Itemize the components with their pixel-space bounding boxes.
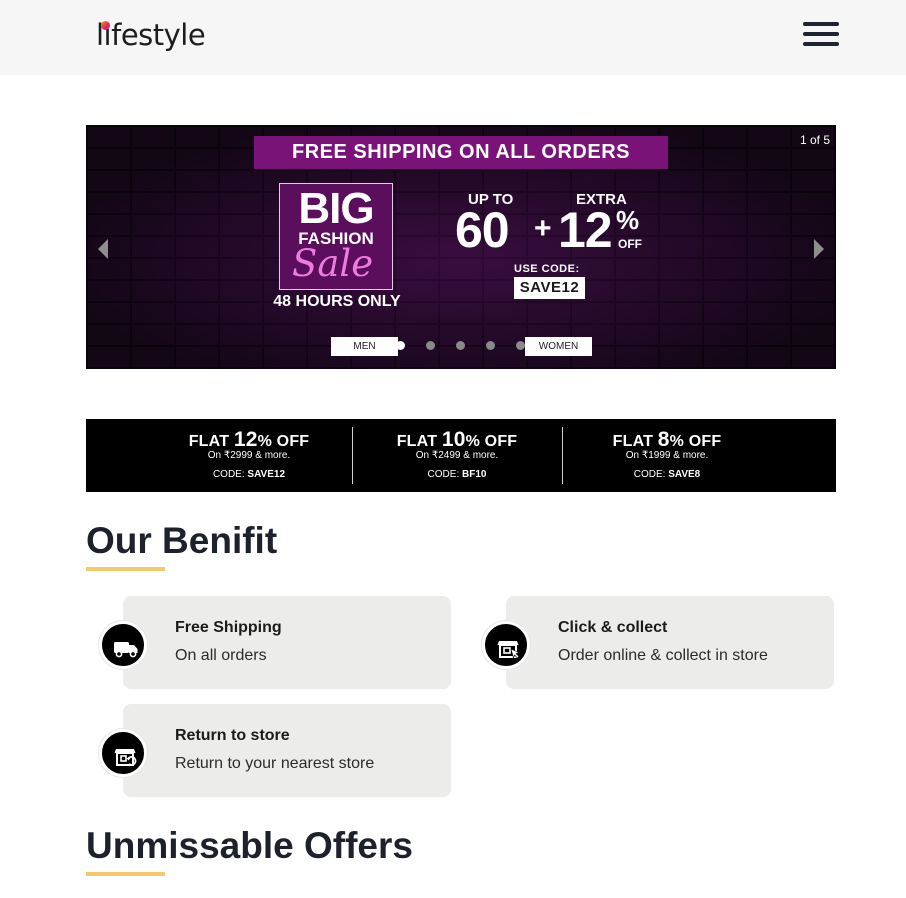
discount-twelve: 12 [558,202,613,258]
flat-offer-code: CODE: SAVE12 [212,469,286,480]
flat-offers-strip[interactable]: FLAT 12% OFF On ₹2999 & more. CODE: SAVE… [86,419,836,492]
use-code-label: USE CODE: [514,263,580,275]
hamburger-menu-icon[interactable] [803,22,839,50]
lifestyle-logo[interactable]: lifestyle [96,18,206,52]
offers-section-title: Unmissable Offers [86,825,413,866]
flat-offer-title: FLAT 12% OFF [188,428,310,451]
benefit-card-free-shipping[interactable]: Free Shipping On all orders [123,596,451,689]
sale-script-text: Sale [292,242,374,285]
shop-women-button[interactable]: WOMEN [525,337,592,356]
carousel-next-arrow-icon[interactable] [814,239,824,259]
benefits-section-title: Our Benifit [86,520,278,561]
store-click-icon [482,621,530,669]
benefit-subtitle: On all orders [175,647,267,664]
carousel-dot-5[interactable] [516,341,525,350]
store-return-icon [99,729,147,777]
free-shipping-strip: FREE SHIPPING ON ALL ORDERS [254,136,668,169]
delivery-truck-icon [99,621,147,669]
discount-sixty: 60 [455,202,510,258]
flat-offer-condition: On ₹2499 & more. [415,450,499,461]
plus-sign: + [534,212,552,245]
slide-counter: 1 of 5 [799,133,830,147]
benefit-subtitle: Order online & collect in store [558,647,768,664]
sale-big-text: BIG [298,184,374,233]
carousel-dot-1[interactable] [396,341,405,350]
promo-banner-carousel[interactable]: FREE SHIPPING ON ALL ORDERS 1 of 5 BIG F… [86,125,836,369]
flat-offer-code: CODE: SAVE8 [633,469,701,480]
flat-offer-title: FLAT 8% OFF [612,428,722,451]
benefit-card-return-store[interactable]: Return to store Return to your nearest s… [123,704,451,797]
benefit-title: Return to store [175,727,290,744]
carousel-prev-arrow-icon[interactable] [98,239,108,259]
carousel-dot-4[interactable] [486,341,495,350]
off-label: OFF [618,237,642,251]
flat-offer-3[interactable]: FLAT 8% OFF On ₹1999 & more. CODE: SAVE8 [562,419,772,492]
flat-offer-1[interactable]: FLAT 12% OFF On ₹2999 & more. CODE: SAVE… [144,419,354,492]
benefit-card-click-collect[interactable]: Click & collect Order online & collect i… [506,596,834,689]
flat-offer-condition: On ₹2999 & more. [207,450,291,461]
benefit-title: Free Shipping [175,619,282,636]
sale-duration-text: 48 HOURS ONLY [273,293,401,310]
flat-offer-title: FLAT 10% OFF [396,428,518,451]
benefit-subtitle: Return to your nearest store [175,755,375,772]
benefits-title-underline [86,567,165,571]
offers-title-underline [86,872,165,876]
shop-men-button[interactable]: MEN [331,337,398,356]
site-header: lifestyle [0,0,906,75]
flat-offer-code: CODE: BF10 [427,469,487,480]
benefit-title: Click & collect [558,619,668,636]
carousel-dot-3[interactable] [456,341,465,350]
flat-offer-2[interactable]: FLAT 10% OFF On ₹2499 & more. CODE: BF10 [352,419,562,492]
carousel-dot-2[interactable] [426,341,435,350]
percent-sign: % [616,205,640,235]
flat-offer-condition: On ₹1999 & more. [625,450,709,461]
promo-code-box: SAVE12 [514,277,585,299]
logo-dot-icon [101,21,110,30]
big-fashion-sale-badge: BIG FASHION Sale [279,183,393,290]
